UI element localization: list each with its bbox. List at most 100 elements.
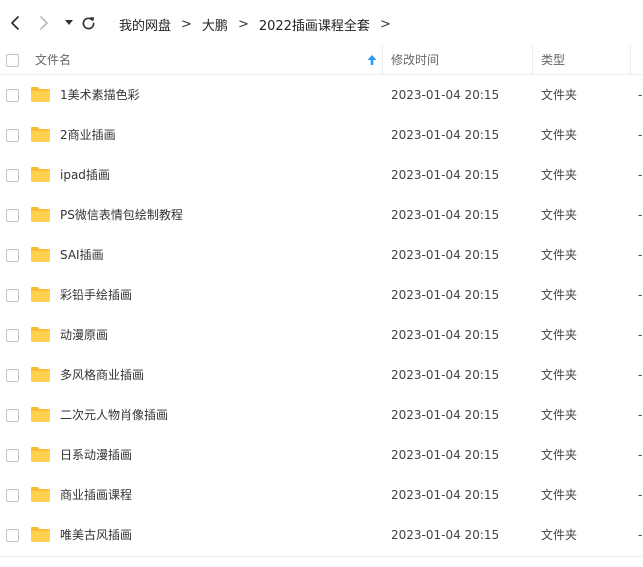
row-checkbox[interactable] (6, 129, 19, 142)
file-type: 文件夹 (541, 368, 578, 382)
breadcrumb: 我的网盘 > 大鹏 > 2022插画课程全套 > (119, 14, 401, 34)
file-name[interactable]: 多风格商业插画 (60, 355, 144, 395)
column-divider[interactable] (532, 46, 533, 74)
folder-icon (31, 487, 50, 502)
column-divider[interactable] (630, 46, 631, 74)
file-name[interactable]: 1美术素描色彩 (60, 75, 140, 115)
forward-button[interactable] (35, 14, 53, 32)
file-name[interactable]: 彩铅手绘插画 (60, 275, 132, 315)
file-type: 文件夹 (541, 528, 578, 542)
file-name[interactable]: 日系动漫插画 (60, 435, 132, 475)
toolbar: 我的网盘 > 大鹏 > 2022插画课程全套 > (0, 0, 643, 46)
file-row[interactable]: 1美术素描色彩 2023-01-04 20:15 文件夹 - (0, 75, 643, 115)
folder-icon (31, 87, 50, 102)
folder-icon (31, 247, 50, 262)
file-row[interactable]: 商业插画课程 2023-01-04 20:15 文件夹 - (0, 475, 643, 515)
file-size: - (638, 488, 643, 502)
file-name[interactable]: 2商业插画 (60, 115, 116, 155)
chevron-right-icon (40, 16, 48, 30)
file-size: - (638, 248, 643, 262)
folder-icon (31, 447, 50, 462)
file-row[interactable]: 唯美古风插画 2023-01-04 20:15 文件夹 - (0, 515, 643, 555)
file-modified-time: 2023-01-04 20:15 (391, 248, 500, 262)
file-modified-time: 2023-01-04 20:15 (391, 88, 500, 102)
row-checkbox[interactable] (6, 329, 19, 342)
file-row[interactable]: ipad插画 2023-01-04 20:15 文件夹 - (0, 155, 643, 195)
row-checkbox[interactable] (6, 409, 19, 422)
file-size: - (638, 288, 643, 302)
folder-icon (31, 287, 50, 302)
divider (0, 556, 643, 557)
file-name[interactable]: ipad插画 (60, 155, 110, 195)
row-checkbox[interactable] (6, 209, 19, 222)
folder-icon (31, 207, 50, 222)
file-row[interactable]: 彩铅手绘插画 2023-01-04 20:15 文件夹 - (0, 275, 643, 315)
file-type: 文件夹 (541, 408, 578, 422)
file-modified-time: 2023-01-04 20:15 (391, 208, 500, 222)
column-header-name[interactable]: 文件名 (35, 46, 71, 74)
file-name[interactable]: 商业插画课程 (60, 475, 132, 515)
row-checkbox[interactable] (6, 89, 19, 102)
column-header-type[interactable]: 类型 (541, 46, 565, 74)
file-name[interactable]: 动漫原画 (60, 315, 108, 355)
history-dropdown-button[interactable] (60, 14, 78, 32)
breadcrumb-item-current[interactable]: 2022插画课程全套 (259, 15, 370, 34)
file-size: - (638, 368, 643, 382)
file-type: 文件夹 (541, 288, 578, 302)
row-checkbox[interactable] (6, 249, 19, 262)
file-modified-time: 2023-01-04 20:15 (391, 448, 500, 462)
file-size: - (638, 208, 643, 222)
file-row[interactable]: 多风格商业插画 2023-01-04 20:15 文件夹 - (0, 355, 643, 395)
file-modified-time: 2023-01-04 20:15 (391, 368, 500, 382)
row-checkbox[interactable] (6, 489, 19, 502)
file-modified-time: 2023-01-04 20:15 (391, 488, 500, 502)
column-header-modified[interactable]: 修改时间 (391, 46, 439, 74)
breadcrumb-item-user[interactable]: 大鹏 (202, 15, 228, 34)
row-checkbox[interactable] (6, 449, 19, 462)
file-row[interactable]: 2商业插画 2023-01-04 20:15 文件夹 - (0, 115, 643, 155)
file-size: - (638, 408, 643, 422)
refresh-button[interactable] (79, 14, 97, 32)
file-type: 文件夹 (541, 448, 578, 462)
file-row[interactable]: 动漫原画 2023-01-04 20:15 文件夹 - (0, 315, 643, 355)
file-size: - (638, 128, 643, 142)
breadcrumb-separator: > (181, 16, 192, 32)
breadcrumb-separator: > (237, 16, 249, 32)
file-name[interactable]: 唯美古风插画 (60, 515, 132, 555)
file-name[interactable]: 二次元人物肖像插画 (60, 395, 168, 435)
column-divider[interactable] (382, 46, 383, 74)
file-type: 文件夹 (541, 168, 578, 182)
row-checkbox[interactable] (6, 529, 19, 542)
file-type: 文件夹 (541, 128, 578, 142)
file-modified-time: 2023-01-04 20:15 (391, 168, 500, 182)
file-size: - (638, 88, 643, 102)
folder-icon (31, 407, 50, 422)
file-row[interactable]: PS微信表情包绘制教程 2023-01-04 20:15 文件夹 - (0, 195, 643, 235)
chevron-left-icon (11, 16, 19, 30)
file-modified-time: 2023-01-04 20:15 (391, 288, 500, 302)
folder-icon (31, 127, 50, 142)
file-size: - (638, 168, 643, 182)
row-checkbox[interactable] (6, 369, 19, 382)
file-row[interactable]: SAI插画 2023-01-04 20:15 文件夹 - (0, 235, 643, 275)
caret-down-icon (65, 20, 73, 25)
breadcrumb-item-root[interactable]: 我的网盘 (119, 15, 171, 34)
refresh-icon (82, 16, 94, 29)
back-button[interactable] (6, 14, 24, 32)
sort-arrow-up-icon[interactable] (367, 55, 377, 65)
file-row[interactable]: 二次元人物肖像插画 2023-01-04 20:15 文件夹 - (0, 395, 643, 435)
select-all-checkbox[interactable] (6, 54, 19, 67)
file-name[interactable]: SAI插画 (60, 235, 104, 275)
file-size: - (638, 528, 643, 542)
file-type: 文件夹 (541, 208, 578, 222)
file-row[interactable]: 日系动漫插画 2023-01-04 20:15 文件夹 - (0, 435, 643, 475)
file-modified-time: 2023-01-04 20:15 (391, 128, 500, 142)
file-type: 文件夹 (541, 328, 578, 342)
row-checkbox[interactable] (6, 169, 19, 182)
file-name[interactable]: PS微信表情包绘制教程 (60, 195, 183, 235)
file-type: 文件夹 (541, 488, 578, 502)
folder-icon (31, 167, 50, 182)
file-size: - (638, 328, 643, 342)
row-checkbox[interactable] (6, 289, 19, 302)
file-size: - (638, 448, 643, 462)
